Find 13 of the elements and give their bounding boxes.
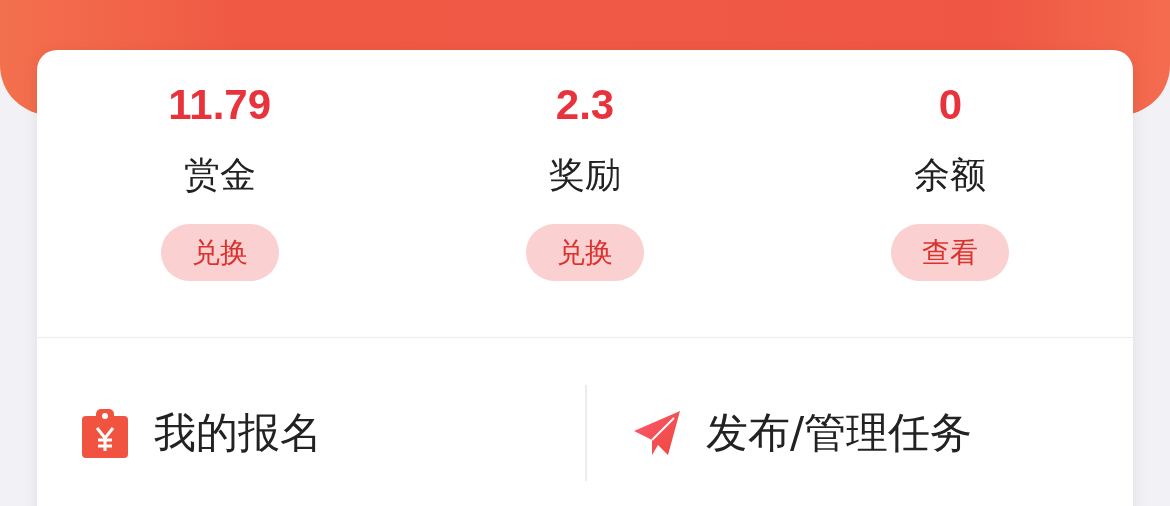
stat-label: 余额	[914, 153, 987, 197]
stat-label: 赏金	[183, 153, 256, 197]
stat-action-button[interactable]: 查看	[891, 224, 1010, 281]
stat-label: 奖励	[549, 153, 621, 197]
menu-link[interactable]: 发布/管理任务	[706, 405, 973, 461]
paper-plane-icon	[632, 409, 682, 457]
stat-value: 11.79	[168, 80, 272, 130]
stat-value: 0	[938, 80, 962, 130]
menu-link[interactable]: 我的报名	[154, 405, 322, 461]
stat-action-button[interactable]: 兑换	[526, 224, 644, 281]
clipboard-icon	[80, 408, 130, 458]
stat-action-button[interactable]: 兑换	[160, 224, 279, 281]
stat-value: 2.3	[555, 80, 615, 130]
